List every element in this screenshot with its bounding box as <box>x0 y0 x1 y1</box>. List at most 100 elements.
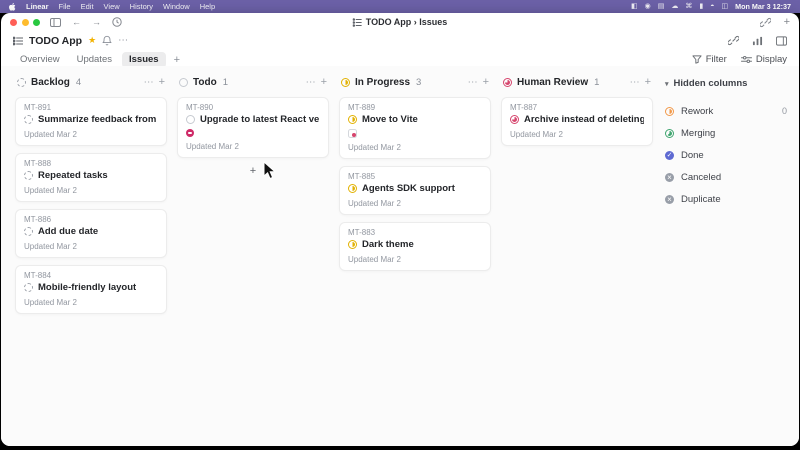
project-icon <box>13 36 23 46</box>
issue-card[interactable]: MT-884 Mobile-friendly layout Updated Ma… <box>15 265 167 314</box>
notifications-bell-icon[interactable] <box>102 35 113 46</box>
issue-id: MT-883 <box>348 228 376 237</box>
history-clock-icon[interactable] <box>112 17 122 27</box>
add-view-icon[interactable]: + <box>169 54 185 66</box>
menu-window[interactable]: Window <box>163 2 190 11</box>
status-backlog-icon[interactable] <box>24 171 33 180</box>
status-human-review-icon[interactable] <box>510 115 519 124</box>
issue-card[interactable]: MT-889 Move to Vite Updated Mar 2 <box>339 97 491 159</box>
new-tab-icon[interactable]: + <box>784 16 790 28</box>
hidden-column-canceled[interactable]: Canceled <box>665 166 787 188</box>
issue-updated: Updated Mar 2 <box>348 255 401 264</box>
column-header: Todo 1 ⋯ + <box>177 75 329 90</box>
hidden-column-duplicate[interactable]: Duplicate <box>665 188 787 210</box>
close-window-button[interactable] <box>10 18 17 26</box>
apple-logo-icon[interactable] <box>9 2 16 11</box>
status-rework-icon <box>665 106 674 116</box>
status-icon[interactable]: ◧ <box>631 3 638 10</box>
status-backlog-icon[interactable] <box>24 227 33 236</box>
minimize-window-button[interactable] <box>21 18 29 26</box>
filter-button[interactable]: Filter <box>692 54 727 65</box>
issue-id: MT-891 <box>24 103 52 112</box>
issue-title: Dark theme <box>362 239 414 250</box>
status-in-progress-icon <box>341 78 350 87</box>
hidden-column-label: Merging <box>681 127 716 139</box>
issue-title: Add due date <box>38 226 99 237</box>
kanban-board: Backlog 4 ⋯ + MT-891 Summarize feedback … <box>1 66 799 446</box>
column-header: In Progress 3 ⋯ + <box>339 75 491 90</box>
column-menu-icon[interactable]: ⋯ <box>630 77 640 88</box>
filter-label: Filter <box>705 54 727 65</box>
issue-title: Archive instead of deleting by default <box>524 114 644 125</box>
menubar-clock[interactable]: Mon Mar 3 12:37 <box>735 2 791 11</box>
menu-edit[interactable]: Edit <box>81 2 94 11</box>
display-sliders-icon <box>740 55 752 64</box>
insights-chart-icon[interactable] <box>752 36 763 46</box>
red-label-icon[interactable] <box>186 129 194 137</box>
column-menu-icon[interactable]: ⋯ <box>144 77 154 88</box>
project-more-icon[interactable]: ⋯ <box>118 35 129 46</box>
issue-card[interactable]: MT-888 Repeated tasks Updated Mar 2 <box>15 153 167 202</box>
forward-icon[interactable]: → <box>92 17 101 27</box>
status-backlog-icon[interactable] <box>24 115 33 124</box>
status-icon[interactable]: ☁ <box>671 3 678 10</box>
status-icon[interactable]: ◉ <box>645 3 651 10</box>
copy-link-icon[interactable] <box>759 17 771 28</box>
back-icon[interactable]: ← <box>72 17 81 27</box>
issues-list-icon <box>352 17 362 27</box>
column-header: Human Review 1 ⋯ + <box>501 75 653 90</box>
column-menu-icon[interactable]: ⋯ <box>306 77 316 88</box>
hidden-columns-header[interactable]: ▾ Hidden columns <box>665 76 787 91</box>
hidden-column-rework[interactable]: Rework 0 <box>665 100 787 122</box>
issue-card[interactable]: MT-890 Upgrade to latest React version U… <box>177 97 329 158</box>
status-backlog-icon[interactable] <box>24 283 33 292</box>
status-in-progress-icon[interactable] <box>348 184 357 193</box>
status-in-progress-icon[interactable] <box>348 240 357 249</box>
display-label: Display <box>755 54 787 65</box>
menu-view[interactable]: View <box>104 2 120 11</box>
column-add-icon[interactable]: + <box>321 77 327 88</box>
toggle-sidebar-icon[interactable] <box>50 17 61 27</box>
issue-id: MT-890 <box>186 103 214 112</box>
hidden-column-merging[interactable]: Merging <box>665 122 787 144</box>
side-panel-icon[interactable] <box>776 35 787 46</box>
issue-updated: Updated Mar 2 <box>24 130 77 139</box>
menu-file[interactable]: File <box>59 2 71 11</box>
link-icon[interactable] <box>728 35 739 46</box>
issue-card[interactable]: MT-891 Summarize feedback from Slack Upd… <box>15 97 167 146</box>
issue-card[interactable]: MT-886 Add due date Updated Mar 2 <box>15 209 167 258</box>
status-icon[interactable]: ◓ <box>710 3 714 10</box>
hidden-column-count: 0 <box>781 106 787 116</box>
menu-history[interactable]: History <box>130 2 153 11</box>
status-in-progress-icon[interactable] <box>348 115 357 124</box>
issue-id: MT-886 <box>24 215 52 224</box>
add-card-button[interactable]: + <box>177 165 329 177</box>
column-name: Backlog <box>31 77 70 88</box>
status-icon[interactable]: ⌘ <box>685 3 692 10</box>
control-center-icon[interactable]: ◫ <box>721 3 728 10</box>
window-title: TODO App › Issues <box>352 17 447 27</box>
issue-card[interactable]: MT-887 Archive instead of deleting by de… <box>501 97 653 146</box>
column-menu-icon[interactable]: ⋯ <box>468 77 478 88</box>
menu-help[interactable]: Help <box>200 2 215 11</box>
battery-icon[interactable]: ▮ <box>699 3 703 10</box>
hidden-column-done[interactable]: Done <box>665 144 787 166</box>
project-name[interactable]: TODO App <box>29 35 82 47</box>
filter-funnel-icon <box>692 55 702 64</box>
column-name: Human Review <box>517 77 589 88</box>
column-add-icon[interactable]: + <box>483 77 489 88</box>
favorite-star-icon[interactable]: ★ <box>88 36 96 45</box>
issue-updated: Updated Mar 2 <box>24 186 77 195</box>
display-button[interactable]: Display <box>740 54 787 65</box>
attachment-dot-icon[interactable] <box>348 129 357 138</box>
menubar-app-name[interactable]: Linear <box>26 2 49 11</box>
status-todo-icon[interactable] <box>186 115 195 124</box>
issue-updated: Updated Mar 2 <box>24 242 77 251</box>
column-add-icon[interactable]: + <box>159 77 165 88</box>
column-add-icon[interactable]: + <box>645 77 651 88</box>
zoom-window-button[interactable] <box>33 18 40 26</box>
column-header: Backlog 4 ⋯ + <box>15 75 167 90</box>
issue-card[interactable]: MT-885 Agents SDK support Updated Mar 2 <box>339 166 491 215</box>
issue-card[interactable]: MT-883 Dark theme Updated Mar 2 <box>339 222 491 271</box>
status-icon[interactable]: ▤ <box>658 3 665 10</box>
